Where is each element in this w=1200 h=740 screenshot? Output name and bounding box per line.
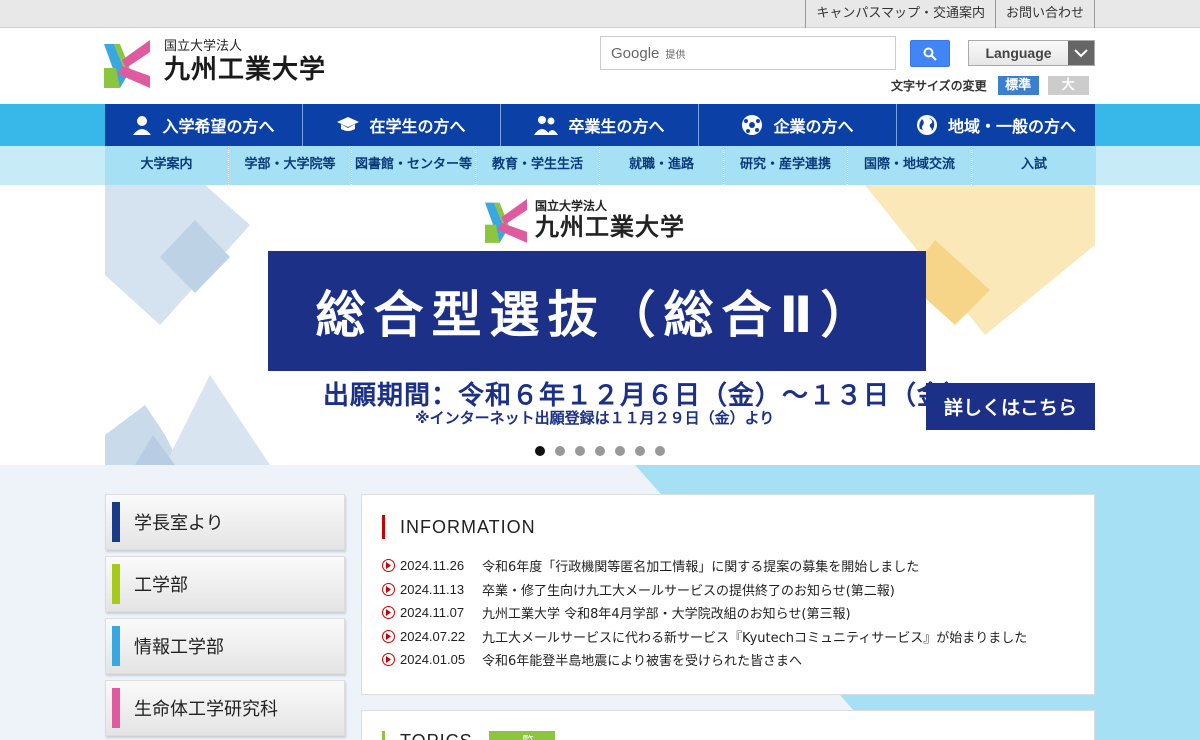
arrow-circle-icon — [382, 606, 395, 620]
utility-links: キャンパスマップ・交通案内 お問い合わせ — [805, 0, 1095, 28]
topics-heading: TOPICS — [382, 731, 473, 740]
nav-prospective-students[interactable]: 入学希望の方へ — [105, 104, 303, 146]
utility-bar: キャンパスマップ・交通案内 お問い合わせ — [0, 0, 1200, 28]
site-logo[interactable]: 国立大学法人 九州工業大学 — [104, 38, 326, 88]
arrow-circle-icon — [382, 653, 395, 667]
topics-all-button[interactable]: 一覧 — [489, 731, 555, 740]
nav-current-students[interactable]: 在学生の方へ — [303, 104, 501, 146]
person-icon — [133, 116, 152, 135]
carousel-dot[interactable] — [595, 446, 605, 456]
nav-alumni[interactable]: 卒業生の方へ — [501, 104, 699, 146]
people-icon — [534, 116, 559, 135]
news-list: 2024.11.26 令和6年度「行政機関等匿名加工情報」に関する提案の募集を開… — [382, 554, 1027, 672]
nav-education-life[interactable]: 教育・学生生活 — [476, 146, 600, 185]
sidebar-color-bar — [112, 688, 120, 728]
hero-logo: 国立大学法人 九州工業大学 — [485, 197, 685, 243]
secondary-nav: 大学案内 学部・大学院等 図書館・センター等 教育・学生生活 就職・進路 研究・… — [105, 146, 1096, 185]
news-item[interactable]: 2024.01.05 令和6年能登半島地震により被害を受けられた皆さまへ — [382, 648, 1027, 672]
font-size-large-button[interactable]: 大 — [1047, 76, 1089, 95]
nav-about[interactable]: 大学案内 — [105, 146, 229, 185]
carousel-dot[interactable] — [615, 446, 625, 456]
search-input[interactable]: Google 提供 — [600, 36, 896, 70]
hero-carousel[interactable]: 国立大学法人 九州工業大学 総合型選抜（総合Ⅱ） 出願期間：令和６年１２月６日（… — [105, 185, 1095, 465]
logo-corp-label: 国立大学法人 — [164, 39, 243, 54]
nav-companies[interactable]: 企業の方へ — [699, 104, 897, 146]
nav-careers[interactable]: 就職・進路 — [600, 146, 724, 185]
hero-banner-title: 総合型選抜（総合Ⅱ） — [268, 251, 926, 371]
arrow-circle-icon — [382, 629, 395, 643]
information-panel: INFORMATION 2024.11.26 令和6年度「行政機関等匿名加工情報… — [361, 494, 1095, 695]
carousel-dot[interactable] — [555, 446, 565, 456]
sidebar-faculty-engineering[interactable]: 工学部 — [105, 556, 345, 612]
sidebar-president-office[interactable]: 学長室より — [105, 494, 345, 550]
news-item[interactable]: 2024.11.07 九州工業大学 令和8年4月学部・大学院改組のお知らせ(第三… — [382, 601, 1027, 625]
language-select[interactable]: Language — [968, 40, 1095, 66]
arrow-circle-icon — [382, 559, 395, 573]
nav-international[interactable]: 国際・地域交流 — [848, 146, 972, 185]
kyutech-logo-icon — [104, 40, 150, 88]
hero-details-button[interactable]: 詳しくはこちら — [926, 383, 1095, 430]
nav-library-centers[interactable]: 図書館・センター等 — [352, 146, 476, 185]
sidebar-faculty-cse[interactable]: 情報工学部 — [105, 618, 345, 674]
topics-panel: TOPICS 一覧 — [361, 710, 1095, 740]
sidebar-color-bar — [112, 626, 120, 666]
news-item[interactable]: 2024.07.22 九工大メールサービスに代わる新サービス『Kyutechコミ… — [382, 625, 1027, 649]
font-size-control: 文字サイズの変更 標準 大 — [891, 76, 1089, 95]
carousel-dot[interactable] — [635, 446, 645, 456]
nav-research[interactable]: 研究・産学連携 — [724, 146, 848, 185]
earth-icon — [916, 115, 937, 135]
nav-faculties[interactable]: 学部・大学院等 — [229, 146, 352, 185]
carousel-dot[interactable] — [575, 446, 585, 456]
arrow-circle-icon — [382, 582, 395, 596]
nav-admissions[interactable]: 入試 — [972, 146, 1096, 185]
logo-university-name: 九州工業大学 — [164, 55, 327, 85]
news-item[interactable]: 2024.11.13 卒業・修了生向け九工大メールサービスの提供終了のお知らせ(… — [382, 578, 1027, 602]
primary-nav: 入学希望の方へ 在学生の方へ 卒業生の方へ 企業の方へ 地域・一般の方へ — [105, 104, 1096, 146]
nav-community[interactable]: 地域・一般の方へ — [897, 104, 1095, 146]
graduation-cap-icon — [337, 117, 360, 131]
language-label: Language — [985, 45, 1052, 61]
font-size-standard-button[interactable]: 標準 — [997, 76, 1039, 95]
font-size-label: 文字サイズの変更 — [891, 79, 987, 93]
google-brand: Google — [611, 44, 660, 62]
contact-link[interactable]: お問い合わせ — [994, 0, 1095, 28]
chevron-down-icon — [1068, 41, 1094, 65]
kyutech-logo-icon — [485, 199, 527, 243]
search-button[interactable] — [910, 40, 950, 67]
campus-map-link[interactable]: キャンパスマップ・交通案内 — [805, 0, 995, 28]
hero-note: ※インターネット出願登録は１１月２９日（金）より — [415, 409, 775, 427]
sidebar-life-science[interactable]: 生命体工学研究科 — [105, 680, 345, 736]
carousel-dot[interactable] — [535, 446, 545, 456]
carousel-dots — [535, 446, 675, 456]
sidebar-color-bar — [112, 502, 120, 542]
search-icon — [923, 47, 937, 61]
carousel-dot[interactable] — [655, 446, 665, 456]
sidebar-color-bar — [112, 564, 120, 604]
information-heading: INFORMATION — [382, 515, 536, 539]
news-item[interactable]: 2024.11.26 令和6年度「行政機関等匿名加工情報」に関する提案の募集を開… — [382, 554, 1027, 578]
globe-network-icon — [742, 115, 763, 135]
lower-content: 学長室より 工学部 情報工学部 生命体工学研究科 INFORMATION 202… — [0, 465, 1200, 740]
google-provided-label: 提供 — [665, 49, 686, 61]
site-header: 国立大学法人 九州工業大学 Google 提供 Language 文字サイズの変… — [0, 28, 1200, 104]
